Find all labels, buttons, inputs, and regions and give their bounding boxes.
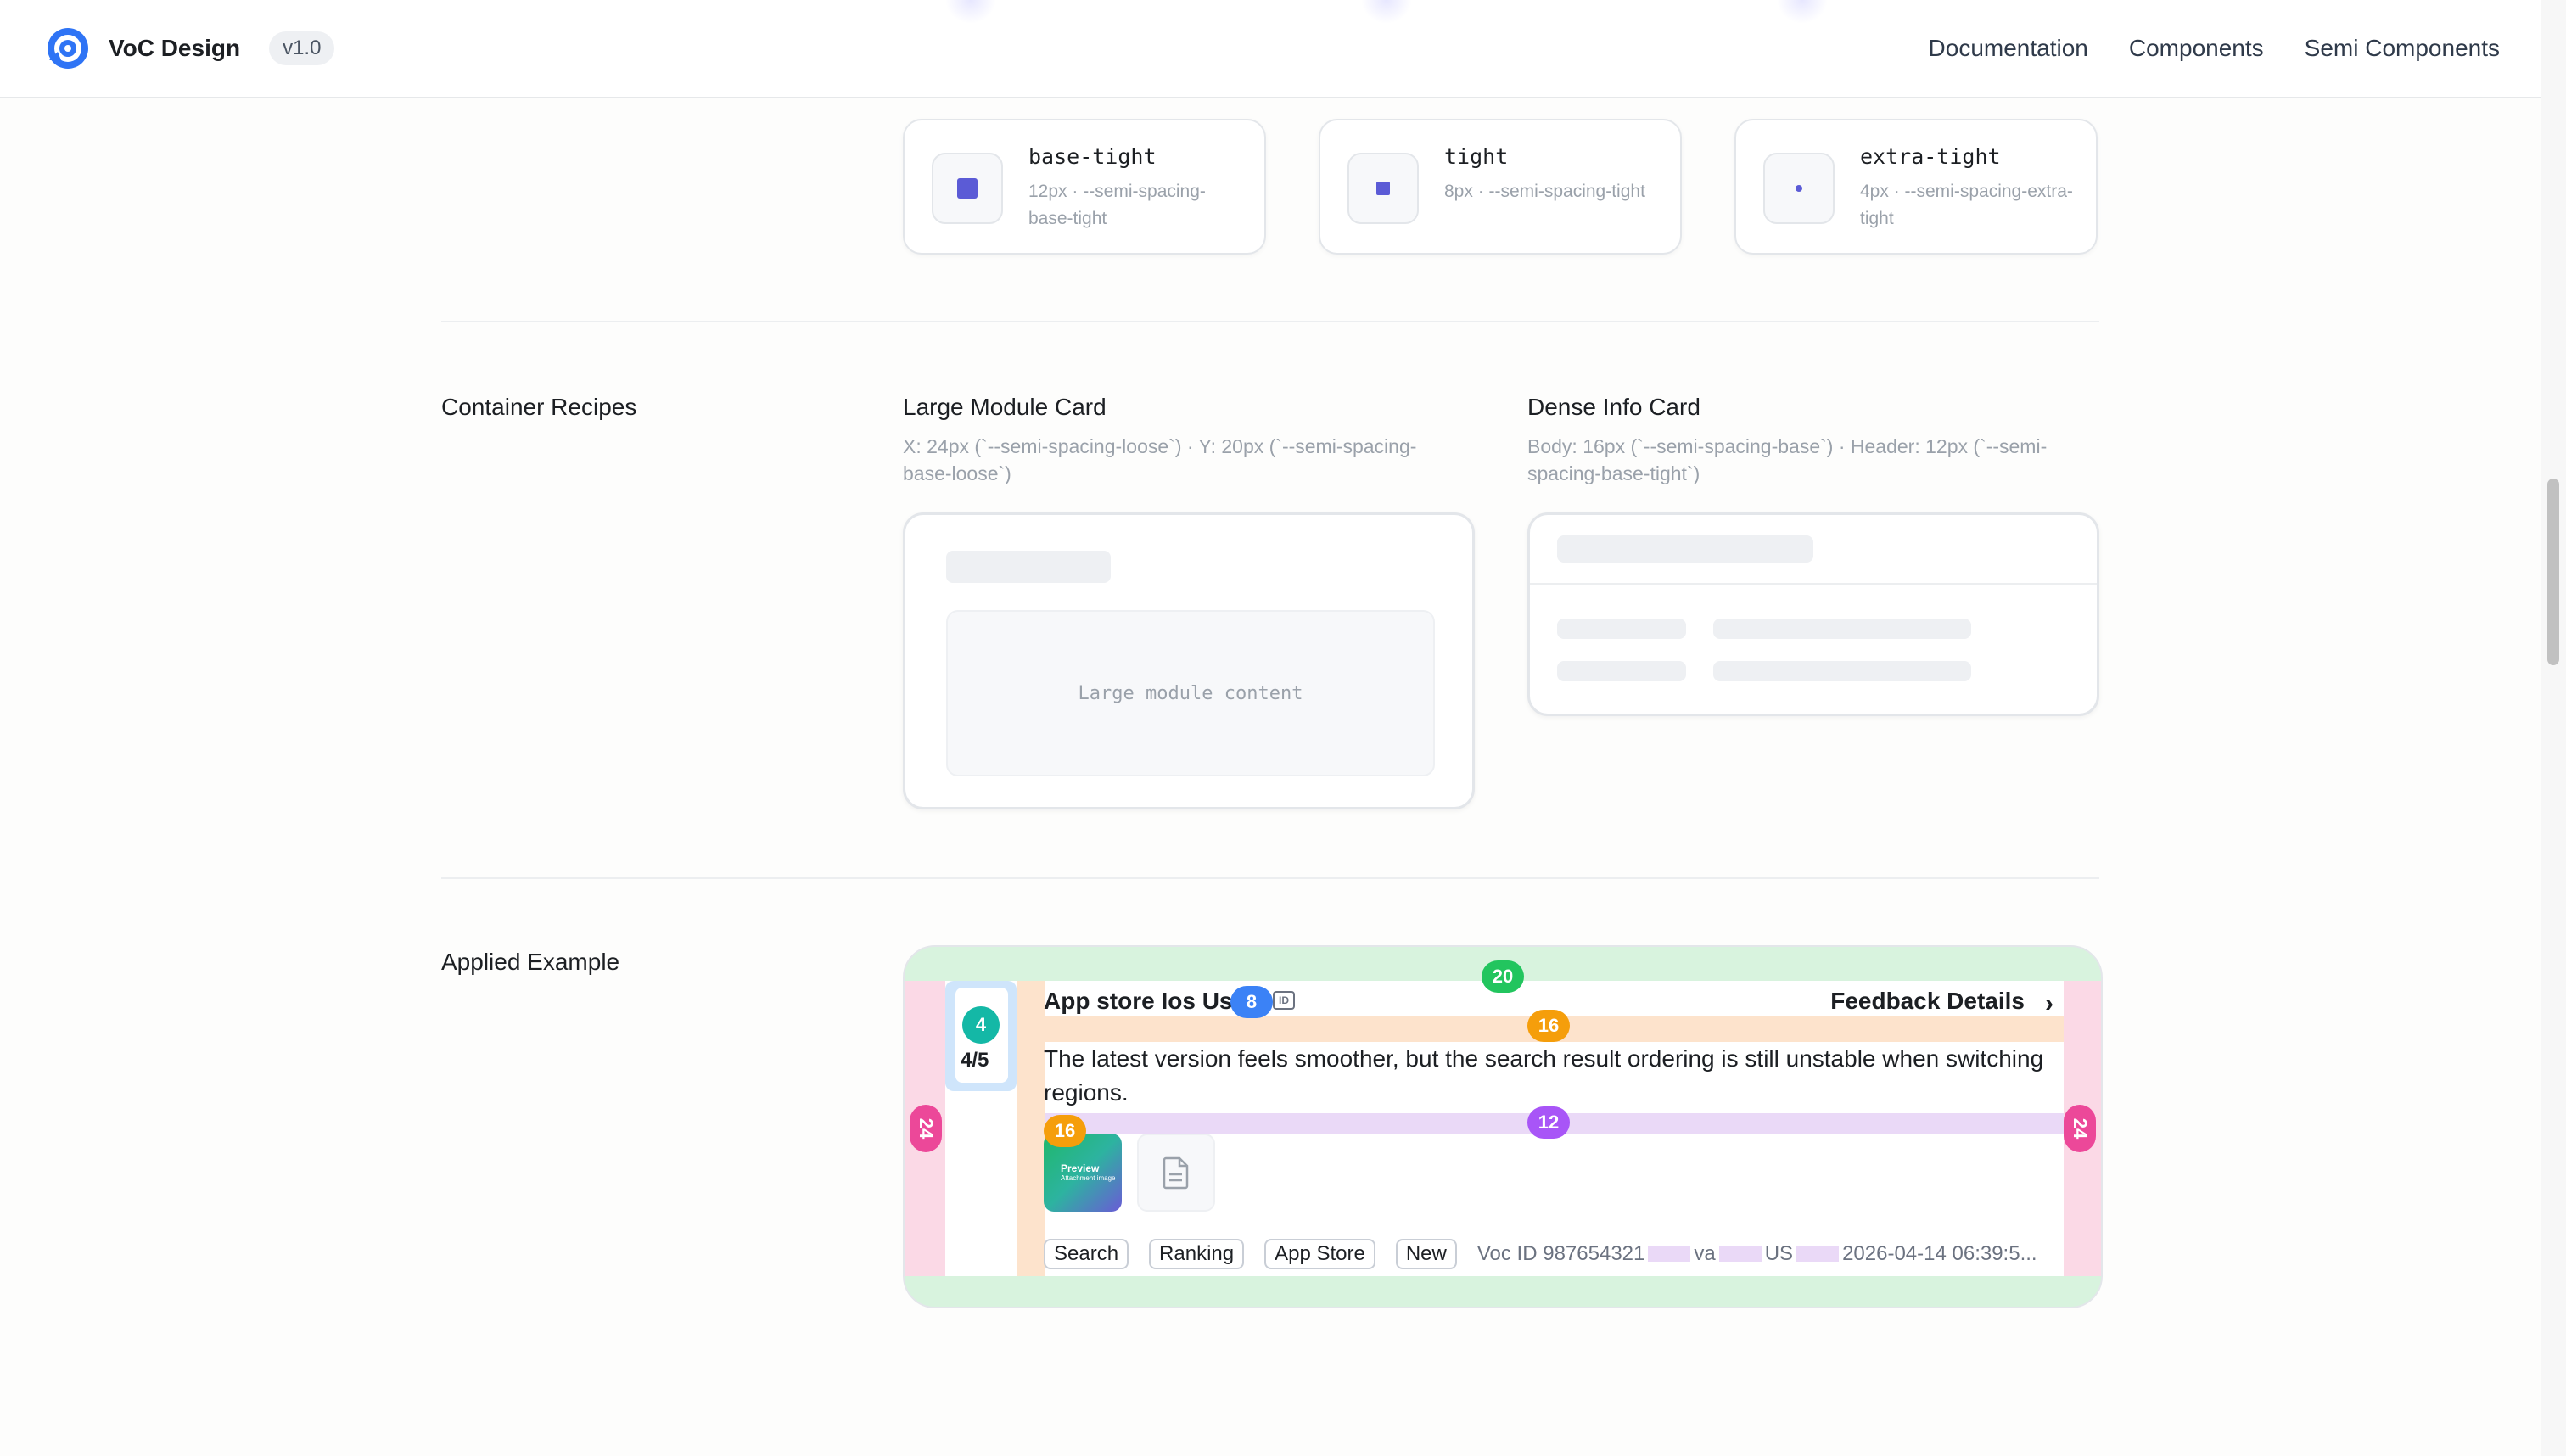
meta-info: Voc ID 987654321 va US 2026-04-14 06:39:…	[1477, 1242, 2037, 1266]
applied-example-card: 4 4/5 App store Ios Us ID Feedback Detai…	[903, 945, 2103, 1308]
dense-info-card-preview	[1527, 512, 2099, 716]
spacing-swatch	[932, 153, 1003, 224]
spacing-swatch	[1763, 153, 1835, 224]
spacing-badge-title-gap: 8	[1230, 986, 1273, 1018]
feedback-details-link[interactable]: Feedback Details	[1830, 988, 2025, 1015]
tag-ranking[interactable]: Ranking	[1149, 1239, 1245, 1269]
version-badge: v1.0	[269, 31, 335, 65]
large-module-card-desc: X: 24px (`--semi-spacing-loose`) · Y: 20…	[903, 435, 1417, 484]
nav-components[interactable]: Components	[2129, 35, 2264, 62]
gap-highlight	[1718, 1246, 1762, 1262]
spacing-swatch	[1347, 153, 1419, 224]
section-label-container-recipes: Container Recipes	[441, 394, 637, 420]
skeleton-label	[1557, 661, 1686, 681]
tag-row: Search Ranking App Store New Voc ID 9876…	[1044, 1239, 2037, 1269]
spacing-token-desc: 8px · --semi-spacing-tight	[1444, 182, 1645, 201]
spacing-token-desc: 12px · --semi-spacing-base-tight	[1028, 182, 1206, 228]
feedback-body: The latest version feels smoother, but t…	[1044, 1045, 2044, 1106]
spacing-badge-side-gap: 16	[1044, 1115, 1086, 1147]
large-module-content: Large module content	[946, 610, 1435, 776]
spacing-badge-left: 24	[910, 1105, 942, 1152]
spacing-card-base-tight: base-tight 12px · --semi-spacing-base-ti…	[903, 119, 1266, 255]
meta-timestamp: 2026-04-14 06:39:5...	[1842, 1242, 2037, 1265]
nav-documentation[interactable]: Documentation	[1929, 35, 2088, 62]
spacing-badge-header-gap: 16	[1527, 1010, 1570, 1042]
chevron-right-icon[interactable]: ›	[2045, 989, 2053, 1018]
card-header-divider	[1530, 583, 2097, 585]
page-scrollbar-track[interactable]	[2541, 0, 2566, 1456]
section-divider	[441, 877, 2099, 879]
top-nav-bar: VoC Design v1.0 Documentation Components…	[0, 0, 2541, 98]
tag-new[interactable]: New	[1395, 1239, 1457, 1269]
avatar-circle: 4	[962, 1006, 1000, 1044]
id-icon: ID	[1273, 991, 1295, 1010]
section-label-applied-example: Applied Example	[441, 949, 620, 975]
voc-id: Voc ID 987654321	[1476, 1242, 1645, 1265]
skeleton-header	[1557, 535, 1813, 563]
source-title: App store Ios Us	[1044, 988, 1233, 1014]
avatar-gap-overlay	[1017, 981, 1045, 1276]
voc-logo-icon[interactable]	[46, 26, 90, 70]
skeleton-value	[1713, 619, 1971, 639]
document-icon	[1163, 1156, 1189, 1190]
tag-search[interactable]: Search	[1044, 1239, 1129, 1269]
tag-app-store[interactable]: App Store	[1264, 1239, 1375, 1269]
section-divider	[441, 321, 2099, 322]
thumb-sublabel: Attachment image	[1061, 1174, 1116, 1182]
spacing-card-tight: tight 8px · --semi-spacing-tight	[1319, 119, 1682, 255]
gap-highlight	[1796, 1246, 1840, 1262]
spacing-badge-right: 24	[2064, 1105, 2096, 1152]
spacing-badge-content-gap: 12	[1527, 1106, 1570, 1139]
dense-info-card-desc: Body: 16px (`--semi-spacing-base`) · Hea…	[1527, 435, 2048, 484]
meta-item: va	[1694, 1242, 1716, 1265]
skeleton-title	[946, 551, 1111, 583]
gap-highlight	[1648, 1246, 1691, 1262]
main-nav: Documentation Components Semi Components	[1929, 35, 2500, 62]
large-module-card-title: Large Module Card	[903, 394, 1107, 420]
spacing-token-name: tight	[1444, 144, 1509, 169]
brand-name[interactable]: VoC Design	[109, 35, 240, 62]
rating-score: 4/5	[961, 1049, 989, 1072]
meta-item: US	[1764, 1242, 1794, 1265]
page-scrollbar-thumb[interactable]	[2547, 479, 2559, 665]
skeleton-label	[1557, 619, 1686, 639]
dense-info-card-title: Dense Info Card	[1527, 394, 1700, 420]
thumb-label: Preview	[1061, 1162, 1100, 1174]
spacing-badge-top: 20	[1482, 960, 1524, 993]
nav-semi-components[interactable]: Semi Components	[2305, 35, 2500, 62]
spacing-token-desc: 4px · --semi-spacing-extra-tight	[1860, 182, 2073, 228]
skeleton-value	[1713, 661, 1971, 681]
large-module-card-preview: Large module content	[903, 512, 1475, 809]
spacing-token-name: extra-tight	[1860, 144, 2001, 169]
spacing-card-extra-tight: extra-tight 4px · --semi-spacing-extra-t…	[1734, 119, 2098, 255]
attachment-file-tile[interactable]	[1137, 1134, 1215, 1212]
spacing-token-name: base-tight	[1028, 144, 1157, 169]
